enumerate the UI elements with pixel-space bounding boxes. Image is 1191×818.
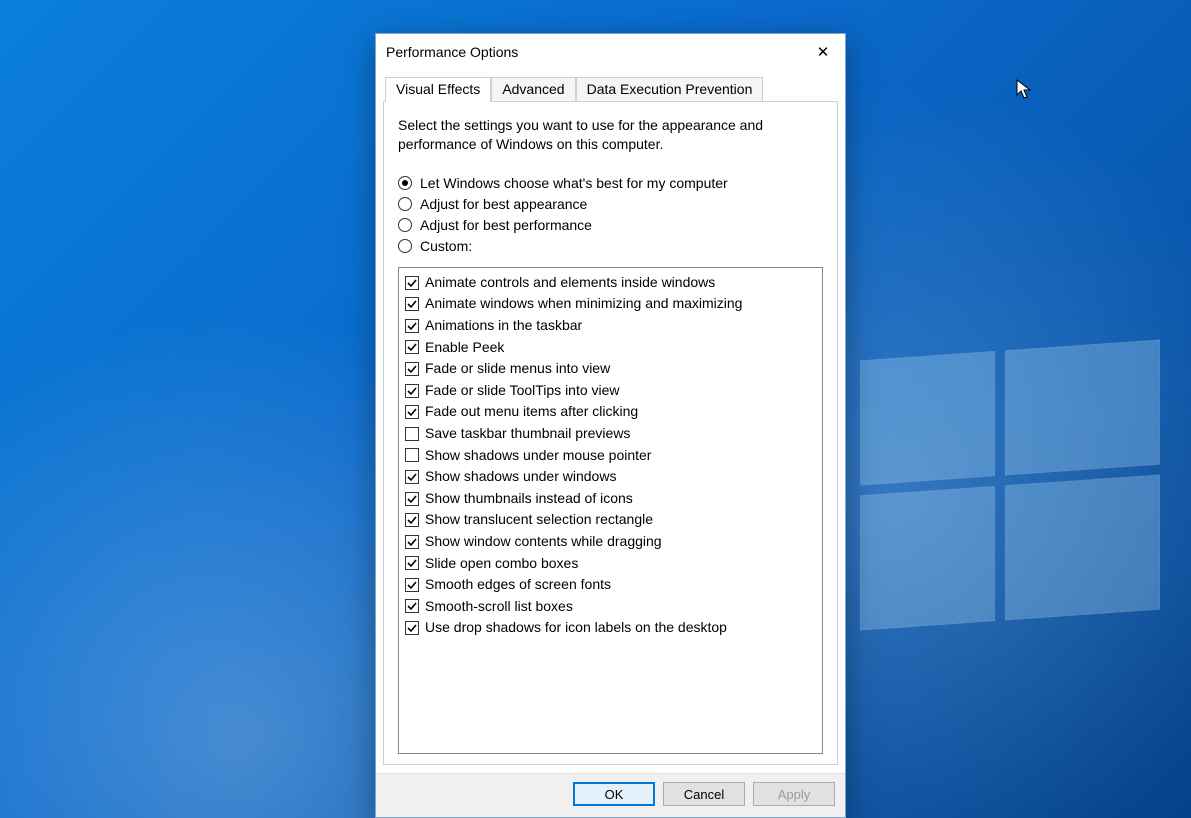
titlebar[interactable]: Performance Options ✕ bbox=[376, 34, 845, 70]
radio-label: Adjust for best appearance bbox=[420, 196, 587, 212]
effect-item[interactable]: Animations in the taskbar bbox=[405, 315, 816, 337]
radio-icon bbox=[398, 176, 412, 190]
effect-item[interactable]: Fade out menu items after clicking bbox=[405, 401, 816, 423]
tab-label: Visual Effects bbox=[396, 81, 480, 97]
cancel-button[interactable]: Cancel bbox=[663, 782, 745, 806]
checkbox-icon bbox=[405, 492, 419, 506]
apply-button[interactable]: Apply bbox=[753, 782, 835, 806]
checkbox-icon bbox=[405, 427, 419, 441]
radio-option[interactable]: Custom: bbox=[398, 238, 823, 254]
radio-icon bbox=[398, 218, 412, 232]
radio-group: Let Windows choose what's best for my co… bbox=[398, 170, 823, 259]
effect-item[interactable]: Slide open combo boxes bbox=[405, 553, 816, 575]
desktop-wallpaper: Performance Options ✕ Visual Effects Adva… bbox=[0, 0, 1191, 818]
effect-item[interactable]: Animate windows when minimizing and maxi… bbox=[405, 293, 816, 315]
effect-label: Save taskbar thumbnail previews bbox=[425, 424, 630, 444]
effect-label: Smooth-scroll list boxes bbox=[425, 597, 573, 617]
checkbox-icon bbox=[405, 340, 419, 354]
close-icon: ✕ bbox=[817, 43, 830, 61]
window-title: Performance Options bbox=[386, 44, 801, 60]
effect-label: Fade or slide ToolTips into view bbox=[425, 381, 620, 401]
effect-item[interactable]: Save taskbar thumbnail previews bbox=[405, 423, 816, 445]
effect-label: Use drop shadows for icon labels on the … bbox=[425, 618, 727, 638]
radio-icon bbox=[398, 197, 412, 211]
effect-label: Smooth edges of screen fonts bbox=[425, 575, 611, 595]
effect-item[interactable]: Show shadows under windows bbox=[405, 466, 816, 488]
performance-options-dialog: Performance Options ✕ Visual Effects Adva… bbox=[375, 33, 846, 818]
radio-option[interactable]: Adjust for best performance bbox=[398, 217, 823, 233]
cursor-icon bbox=[1016, 79, 1032, 101]
effect-label: Animate windows when minimizing and maxi… bbox=[425, 294, 742, 314]
tab-label: Data Execution Prevention bbox=[587, 81, 753, 97]
checkbox-icon bbox=[405, 276, 419, 290]
effect-item[interactable]: Fade or slide ToolTips into view bbox=[405, 380, 816, 402]
radio-label: Custom: bbox=[420, 238, 472, 254]
dialog-client-area: Visual Effects Advanced Data Execution Pre… bbox=[376, 70, 845, 773]
effect-label: Fade or slide menus into view bbox=[425, 359, 610, 379]
checkbox-icon bbox=[405, 599, 419, 613]
effect-label: Animate controls and elements inside win… bbox=[425, 273, 715, 293]
effect-item[interactable]: Show window contents while dragging bbox=[405, 531, 816, 553]
checkbox-icon bbox=[405, 578, 419, 592]
effect-label: Slide open combo boxes bbox=[425, 554, 578, 574]
checkbox-icon bbox=[405, 470, 419, 484]
tab-label: Advanced bbox=[502, 81, 564, 97]
checkbox-icon bbox=[405, 556, 419, 570]
radio-option[interactable]: Adjust for best appearance bbox=[398, 196, 823, 212]
checkbox-icon bbox=[405, 405, 419, 419]
effect-label: Show window contents while dragging bbox=[425, 532, 662, 552]
radio-label: Let Windows choose what's best for my co… bbox=[420, 175, 728, 191]
effect-item[interactable]: Show thumbnails instead of icons bbox=[405, 488, 816, 510]
checkbox-icon bbox=[405, 384, 419, 398]
checkbox-icon bbox=[405, 513, 419, 527]
panel-description: Select the settings you want to use for … bbox=[398, 116, 823, 154]
effect-label: Animations in the taskbar bbox=[425, 316, 582, 336]
effect-item[interactable]: Show shadows under mouse pointer bbox=[405, 445, 816, 467]
radio-label: Adjust for best performance bbox=[420, 217, 592, 233]
radio-icon bbox=[398, 239, 412, 253]
tab-advanced[interactable]: Advanced bbox=[491, 77, 575, 102]
checkbox-icon bbox=[405, 362, 419, 376]
effect-item[interactable]: Animate controls and elements inside win… bbox=[405, 272, 816, 294]
effect-item[interactable]: Use drop shadows for icon labels on the … bbox=[405, 617, 816, 639]
effect-label: Show thumbnails instead of icons bbox=[425, 489, 633, 509]
windows-logo-icon bbox=[860, 340, 1160, 631]
effect-label: Fade out menu items after clicking bbox=[425, 402, 638, 422]
checkbox-icon bbox=[405, 319, 419, 333]
effect-item[interactable]: Smooth edges of screen fonts bbox=[405, 574, 816, 596]
tab-data-execution-prevention[interactable]: Data Execution Prevention bbox=[576, 77, 764, 102]
effect-item[interactable]: Show translucent selection rectangle bbox=[405, 509, 816, 531]
checkbox-icon bbox=[405, 535, 419, 549]
effect-label: Show shadows under windows bbox=[425, 467, 616, 487]
radio-option[interactable]: Let Windows choose what's best for my co… bbox=[398, 175, 823, 191]
effect-label: Enable Peek bbox=[425, 338, 504, 358]
tab-panel-visual-effects: Select the settings you want to use for … bbox=[383, 101, 838, 765]
checkbox-icon bbox=[405, 448, 419, 462]
checkbox-icon bbox=[405, 621, 419, 635]
checkbox-icon bbox=[405, 297, 419, 311]
effect-item[interactable]: Enable Peek bbox=[405, 337, 816, 359]
effects-checklist[interactable]: Animate controls and elements inside win… bbox=[398, 267, 823, 754]
effect-label: Show translucent selection rectangle bbox=[425, 510, 653, 530]
tab-visual-effects[interactable]: Visual Effects bbox=[385, 77, 491, 102]
close-button[interactable]: ✕ bbox=[801, 34, 845, 70]
tabstrip: Visual Effects Advanced Data Execution Pre… bbox=[383, 77, 838, 102]
button-bar: OK Cancel Apply bbox=[376, 773, 845, 817]
ok-button[interactable]: OK bbox=[573, 782, 655, 806]
effect-label: Show shadows under mouse pointer bbox=[425, 446, 651, 466]
effect-item[interactable]: Fade or slide menus into view bbox=[405, 358, 816, 380]
effect-item[interactable]: Smooth-scroll list boxes bbox=[405, 596, 816, 618]
